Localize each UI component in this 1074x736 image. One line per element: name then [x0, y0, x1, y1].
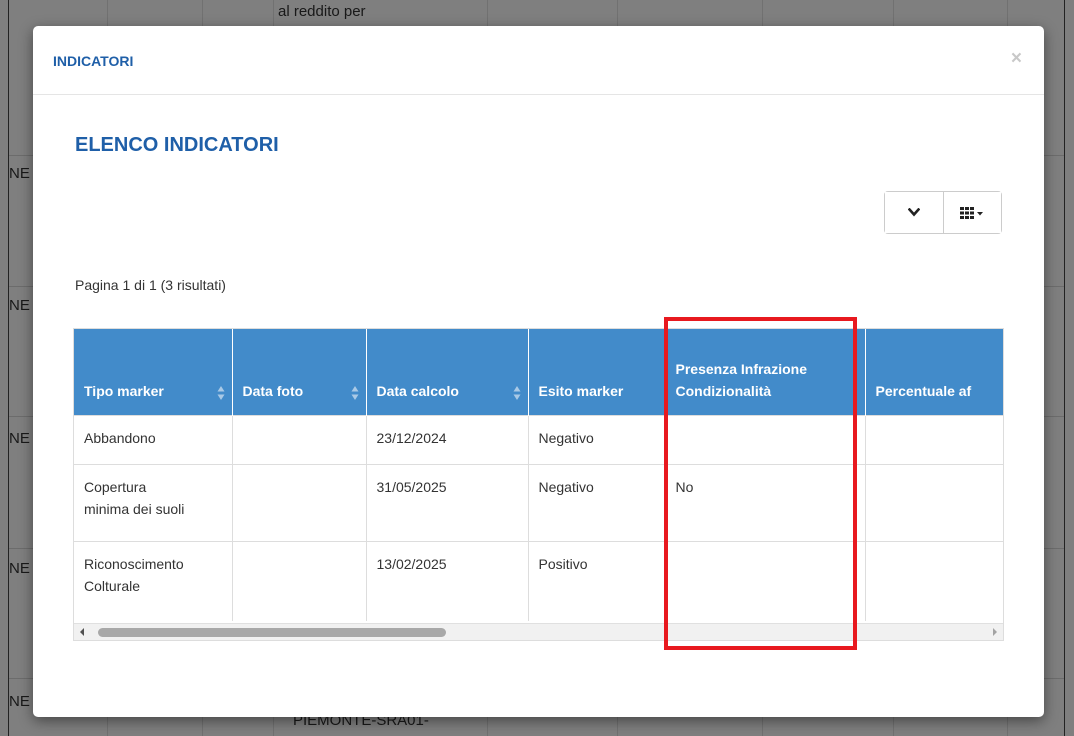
cell-tipo-marker: Copertura minima dei suoli: [74, 463, 233, 541]
modal-header: INDICATORI ×: [33, 26, 1044, 95]
column-header-label-line1: Presenza Infrazione: [675, 360, 808, 377]
column-header-data-foto[interactable]: Data foto: [232, 329, 367, 415]
sort-icon: [351, 385, 358, 400]
close-icon[interactable]: ×: [1011, 48, 1022, 70]
table-toolbar: [884, 191, 1002, 234]
column-header-presenza-infrazione: Presenza Infrazione Condizionalità: [665, 329, 866, 415]
sort-icon: [513, 385, 520, 400]
cell-percentuale: [865, 463, 1003, 541]
scrollbar-thumb[interactable]: [98, 628, 446, 637]
cell-percentuale: [865, 414, 1003, 464]
indicatori-table-container: Tipo marker Data foto Data calcolo Esito…: [73, 328, 1004, 641]
scroll-right-icon[interactable]: [993, 628, 997, 636]
cell-esito-marker: Positivo: [528, 540, 666, 621]
cell-tipo-marker: Abbandono: [74, 414, 233, 464]
scroll-left-icon[interactable]: [80, 628, 84, 636]
cell-text-line: Copertura: [84, 478, 147, 495]
collapse-button[interactable]: [885, 192, 943, 233]
cell-text-line: Colturale: [84, 577, 141, 594]
cell-data-foto: [232, 414, 367, 464]
indicatori-modal: INDICATORI × ELENCO INDICATORI Pagina 1 …: [33, 26, 1044, 717]
cell-data-calcolo: 13/02/2025: [366, 540, 529, 621]
column-header-percentuale: Percentuale af: [865, 329, 1003, 415]
cell-data-calcolo: 31/05/2025: [366, 463, 529, 541]
column-header-label: Data foto: [242, 382, 304, 399]
cell-presenza-infrazione: [665, 540, 866, 621]
modal-title: INDICATORI: [53, 53, 134, 69]
table-row: Abbandono 23/12/2024 Negativo: [74, 414, 1003, 464]
horizontal-scrollbar[interactable]: [74, 623, 1003, 640]
column-header-label: Percentuale af: [875, 382, 972, 399]
cell-esito-marker: Negativo: [528, 463, 666, 541]
table-row: Copertura minima dei suoli 31/05/2025 Neg…: [74, 463, 1003, 541]
table-header-row: Tipo marker Data foto Data calcolo Esito…: [74, 329, 1003, 415]
column-header-data-calcolo[interactable]: Data calcolo: [366, 329, 529, 415]
column-header-label: Data calcolo: [376, 382, 459, 399]
grid-columns-icon: [960, 206, 984, 219]
pagination-info: Pagina 1 di 1 (3 risultati): [75, 277, 226, 293]
chevron-down-icon: [907, 208, 920, 217]
column-header-tipo-marker[interactable]: Tipo marker: [74, 329, 233, 415]
column-header-label-line2: Condizionalità: [675, 382, 772, 399]
cell-text-line: minima dei suoli: [84, 500, 185, 517]
cell-percentuale: [865, 540, 1003, 621]
cell-data-foto: [232, 540, 367, 621]
cell-data-foto: [232, 463, 367, 541]
cell-presenza-infrazione: No: [665, 463, 866, 541]
cell-data-calcolo: 23/12/2024: [366, 414, 529, 464]
column-header-esito-marker: Esito marker: [528, 329, 666, 415]
cell-text-line: Riconoscimento: [84, 555, 184, 572]
cell-presenza-infrazione: [665, 414, 866, 464]
column-header-label: Tipo marker: [84, 382, 164, 399]
column-header-label: Esito marker: [538, 382, 624, 399]
columns-toggle-button[interactable]: [942, 192, 1001, 233]
cell-tipo-marker: Riconoscimento Colturale: [74, 540, 233, 621]
sort-icon: [217, 385, 224, 400]
cell-esito-marker: Negativo: [528, 414, 666, 464]
section-title: ELENCO INDICATORI: [75, 134, 279, 156]
table-row: Riconoscimento Colturale 13/02/2025 Posit…: [74, 540, 1003, 621]
indicatori-table: Tipo marker Data foto Data calcolo Esito…: [74, 329, 1003, 621]
